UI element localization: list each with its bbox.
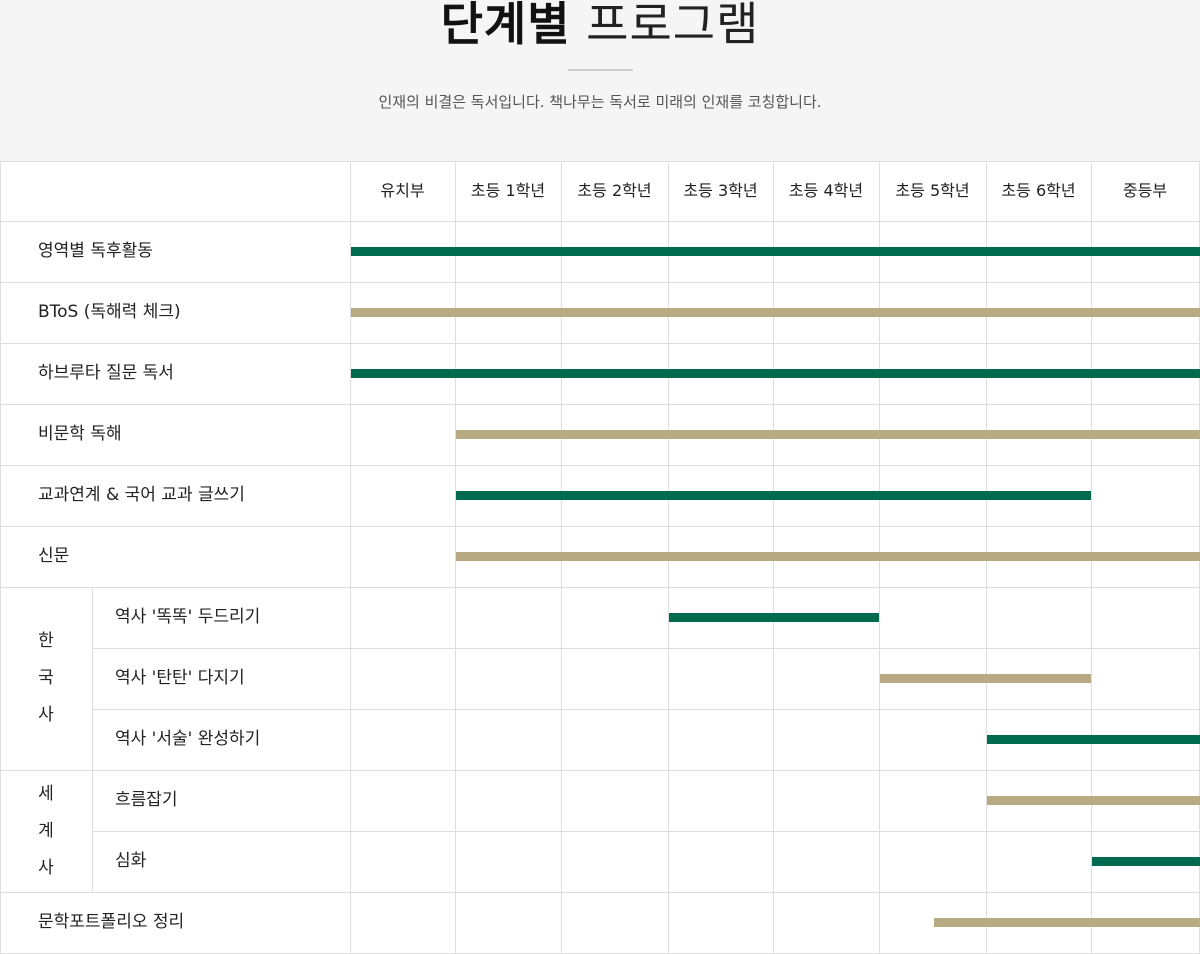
program-bar [669,613,879,622]
group-label-char: 사 [38,857,54,878]
program-bar [933,918,1200,927]
row-label: 영역별 독후활동 [38,241,153,261]
row-divider [0,343,1200,344]
column-header: 초등 1학년 [470,181,546,200]
program-bar [880,674,1091,683]
page-header: 단계별 프로그램 인재의 비결은 독서입니다. 책나무는 독서로 미래의 인재를… [0,0,1200,162]
group-label: 한국사 [0,623,92,734]
group-label-char: 한 [38,631,54,651]
row-divider [0,404,1200,405]
row-label: 비문학 독해 [38,424,122,444]
program-bar [351,247,1200,256]
program-bar [456,430,1200,439]
row-label: 흐름잡기 [115,790,178,810]
row-label: 하브루타 질문 독서 [38,363,174,383]
program-bar [987,735,1200,744]
column-header: 초등 3학년 [683,181,758,200]
row-label: 역사 '똑똑' 두드리기 [115,607,261,627]
group-label-char: 국 [38,668,54,688]
row-label: BToS (독해력 체크) [38,302,181,322]
row-label: 문학포트폴리오 정리 [38,912,185,932]
group-label: 세계사 [0,776,92,887]
group-label-char: 사 [38,705,54,725]
column-header: 초등 5학년 [895,181,970,200]
page-subtitle: 인재의 비결은 독서입니다. 책나무는 독서로 미래의 인재를 코칭합니다. [378,93,822,111]
column-header: 중등부 [1122,181,1168,200]
column-header: 초등 6학년 [1001,181,1076,200]
column-header: 초등 2학년 [577,181,652,200]
group-label-char: 계 [38,820,54,841]
row-divider [0,526,1200,527]
group-label-char: 세 [38,783,54,804]
program-schedule-table: 유치부 초등 1학년 초등 2학년 초등 3학년 초등 4학년 초등 5학년 초등 6학년 중… [0,161,1200,954]
program-bar [1092,857,1200,866]
program-bar [351,308,1200,317]
title-divider [568,69,633,71]
row-label: 교과연계 & 국어 교과 글쓰기 [38,485,245,505]
program-bar [456,552,1200,561]
column-header: 유치부 [380,181,425,200]
program-bar [351,369,1200,378]
column-divider [350,161,351,953]
row-divider [92,831,1200,832]
row-divider [0,770,1200,771]
column-header: 초등 4학년 [788,181,864,200]
program-bar [456,491,1091,500]
program-bar [987,796,1200,805]
row-label: 심화 [115,851,147,871]
row-divider [92,648,1200,649]
row-label: 역사 '탄탄' 다지기 [115,668,245,688]
row-label: 역사 '서술' 완성하기 [115,729,261,749]
title-light: 프로그램 [586,0,760,51]
title-bold: 단계별 [440,0,571,51]
row-label: 신문 [38,546,70,566]
group-divider [92,587,93,770]
page-title: 단계별 프로그램 [0,0,1200,54]
row-divider [0,221,1200,222]
